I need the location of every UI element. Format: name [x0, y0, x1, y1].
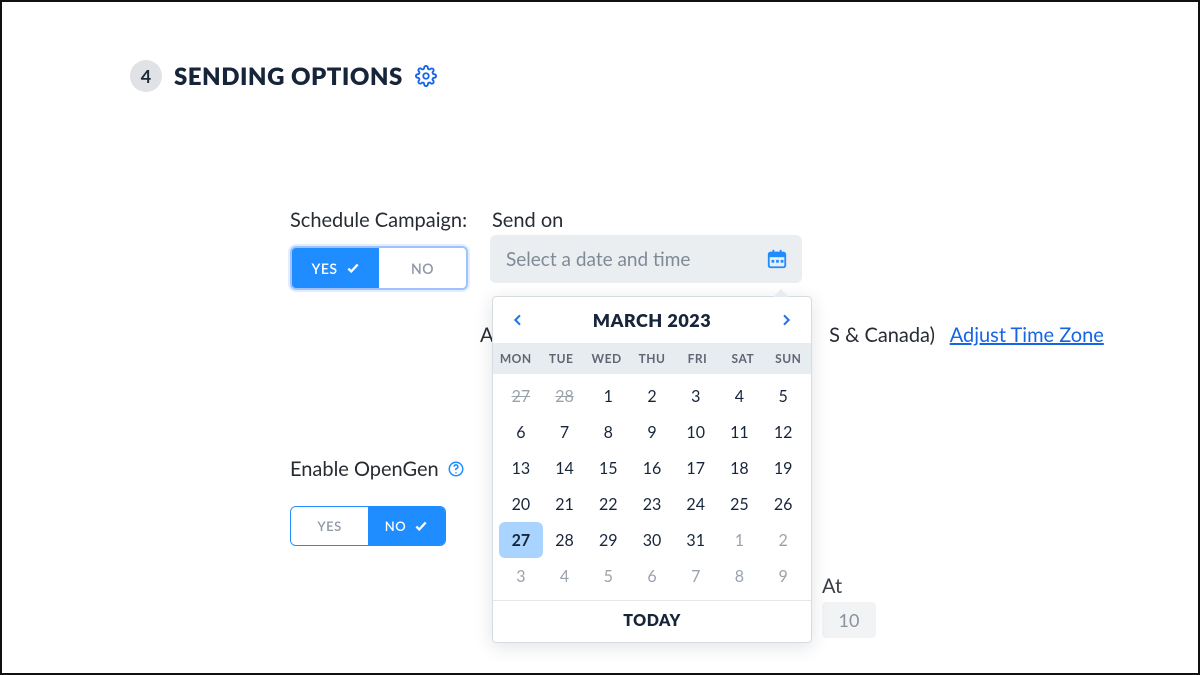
date-cell[interactable]: 27 [499, 522, 543, 558]
date-cell[interactable]: 7 [543, 414, 587, 450]
date-cell[interactable]: 13 [499, 450, 543, 486]
dow-cell: FRI [675, 343, 720, 374]
date-cell[interactable]: 8 [718, 558, 762, 594]
opengen-no-label: NO [385, 518, 406, 534]
schedule-no-button[interactable]: NO [379, 248, 466, 288]
section-title: SENDING OPTIONS [174, 62, 403, 91]
date-cell[interactable]: 7 [674, 558, 718, 594]
chevron-left-icon [510, 312, 526, 328]
date-cell[interactable]: 12 [761, 414, 805, 450]
date-cell[interactable]: 17 [674, 450, 718, 486]
date-cell[interactable]: 1 [586, 378, 630, 414]
calendar-icon [766, 248, 788, 270]
date-cell[interactable]: 25 [718, 486, 762, 522]
date-cell[interactable]: 2 [630, 378, 674, 414]
hour-input[interactable]: 10 [822, 602, 876, 638]
opengen-yes-button[interactable]: YES [291, 507, 368, 545]
date-cell[interactable]: 14 [543, 450, 587, 486]
next-month-button[interactable] [771, 305, 801, 335]
date-cell[interactable]: 31 [674, 522, 718, 558]
dow-cell: SAT [720, 343, 765, 374]
date-cell[interactable]: 6 [499, 414, 543, 450]
datepicker-caret [773, 289, 789, 297]
date-cell[interactable]: 11 [718, 414, 762, 450]
date-picker: MARCH 2023 MONTUEWEDTHUFRISATSUN 2728123… [492, 296, 812, 643]
prev-month-button[interactable] [503, 305, 533, 335]
opengen-yes-label: YES [317, 518, 341, 534]
timezone-tail: S & Canada) [829, 323, 935, 347]
date-cell[interactable]: 2 [761, 522, 805, 558]
date-cell[interactable]: 24 [674, 486, 718, 522]
dow-cell: MON [493, 343, 538, 374]
date-cell[interactable]: 15 [586, 450, 630, 486]
date-cell[interactable]: 18 [718, 450, 762, 486]
date-cell[interactable]: 22 [586, 486, 630, 522]
date-cell[interactable]: 9 [761, 558, 805, 594]
enable-opengen-label: Enable OpenGen [290, 457, 465, 481]
date-cell[interactable]: 28 [543, 378, 587, 414]
date-cell[interactable]: 5 [761, 378, 805, 414]
date-cell[interactable]: 3 [674, 378, 718, 414]
date-cell[interactable]: 16 [630, 450, 674, 486]
dow-cell: THU [629, 343, 674, 374]
gear-icon[interactable] [415, 65, 437, 87]
date-time-placeholder: Select a date and time [506, 248, 690, 271]
date-cell[interactable]: 10 [674, 414, 718, 450]
timezone-prefix-obscured: A [480, 323, 493, 347]
check-icon [414, 519, 428, 533]
date-cell[interactable]: 30 [630, 522, 674, 558]
date-cell[interactable]: 29 [586, 522, 630, 558]
datepicker-grid: 2728123456789101112131415161718192021222… [493, 374, 811, 600]
help-icon[interactable] [447, 460, 465, 478]
datepicker-dow-row: MONTUEWEDTHUFRISATSUN [493, 343, 811, 374]
step-badge: 4 [130, 60, 162, 92]
date-time-input[interactable]: Select a date and time [490, 235, 802, 283]
schedule-toggle: YES NO [290, 246, 468, 290]
adjust-timezone-link[interactable]: Adjust Time Zone [950, 323, 1104, 347]
datepicker-header: MARCH 2023 [493, 297, 811, 343]
date-cell[interactable]: 19 [761, 450, 805, 486]
date-cell[interactable]: 21 [543, 486, 587, 522]
opengen-toggle: YES NO [290, 506, 446, 546]
date-cell[interactable]: 8 [586, 414, 630, 450]
opengen-no-button[interactable]: NO [368, 507, 445, 545]
date-cell[interactable]: 3 [499, 558, 543, 594]
date-cell[interactable]: 23 [630, 486, 674, 522]
dow-cell: TUE [538, 343, 583, 374]
date-cell[interactable]: 5 [586, 558, 630, 594]
date-cell[interactable]: 28 [543, 522, 587, 558]
date-cell[interactable]: 1 [718, 522, 762, 558]
datepicker-month-label: MARCH 2023 [593, 309, 711, 331]
schedule-no-label: NO [411, 260, 434, 277]
chevron-right-icon [778, 312, 794, 328]
date-cell[interactable]: 6 [630, 558, 674, 594]
section-header: 4 SENDING OPTIONS [130, 60, 437, 92]
dow-cell: SUN [766, 343, 811, 374]
schedule-yes-label: YES [311, 260, 337, 277]
check-icon [346, 261, 360, 275]
today-button[interactable]: TODAY [493, 600, 811, 642]
date-cell[interactable]: 20 [499, 486, 543, 522]
schedule-yes-button[interactable]: YES [292, 248, 379, 288]
date-cell[interactable]: 26 [761, 486, 805, 522]
date-cell[interactable]: 9 [630, 414, 674, 450]
date-cell[interactable]: 4 [718, 378, 762, 414]
dow-cell: WED [584, 343, 629, 374]
schedule-campaign-label: Schedule Campaign: [290, 208, 467, 232]
date-cell[interactable]: 4 [543, 558, 587, 594]
date-cell[interactable]: 27 [499, 378, 543, 414]
send-on-label: Send on [492, 208, 563, 232]
opengen-label-text: Enable OpenGen [290, 457, 439, 481]
at-label: At [822, 574, 842, 598]
